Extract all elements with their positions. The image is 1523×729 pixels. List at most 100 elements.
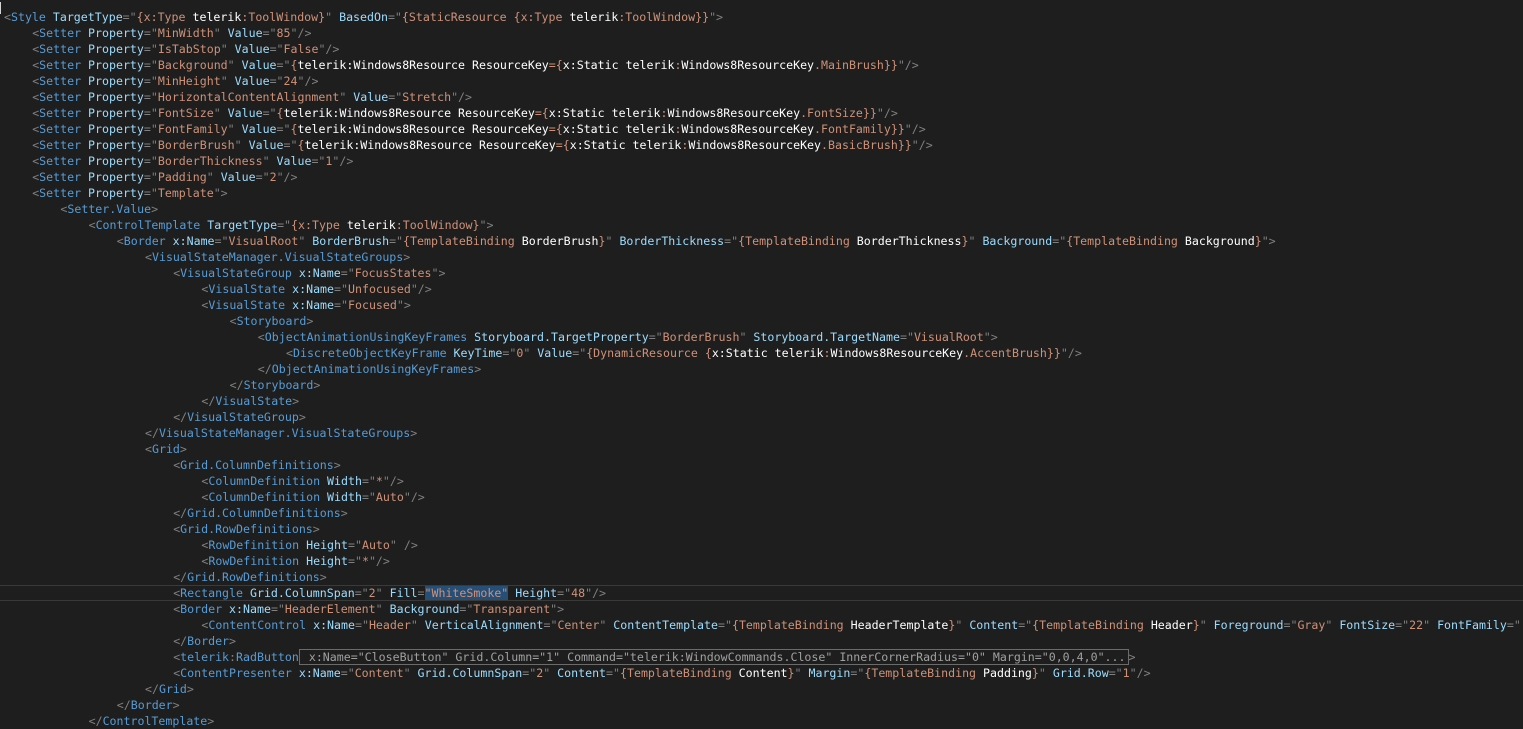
code-line[interactable]: </VisualStateGroup>	[0, 409, 306, 425]
punctuation: ">	[431, 266, 446, 280]
code-line[interactable]: <Setter Property="Padding" Value="2"/>	[0, 169, 297, 185]
tag-name: Border	[123, 234, 166, 248]
code-line[interactable]: <DiscreteObjectKeyFrame KeyTime="0" Valu…	[0, 345, 1082, 361]
attribute-name: Value	[530, 346, 573, 360]
punctuation: "/>	[410, 282, 432, 296]
code-line[interactable]: <Setter Property="IsTabStop" Value="Fals…	[0, 41, 339, 57]
attribute-value: 1	[1122, 666, 1130, 680]
code-line[interactable]: <Style TargetType="{x:Type telerik:ToolW…	[0, 9, 723, 25]
attribute-value: }	[1031, 666, 1039, 680]
attribute-value: False	[283, 42, 319, 56]
punctuation: <	[4, 10, 11, 24]
code-line[interactable]: <VisualState x:Name="Unfocused"/>	[0, 281, 432, 297]
attribute-value: Header	[368, 618, 411, 632]
attribute-value: BorderBrush	[662, 330, 740, 344]
attribute-value: FocusStates	[354, 266, 432, 280]
code-line[interactable]: <VisualState x:Name="Focused">	[0, 297, 410, 313]
tag-name: ObjectAnimationUsingKeyFrames	[271, 362, 475, 376]
tag-name: Grid	[151, 442, 180, 456]
tag-name: Rectangle	[180, 586, 243, 600]
attribute-name: Property	[81, 170, 144, 184]
code-editor[interactable]: <Style TargetType="{x:Type telerik:ToolW…	[0, 0, 1523, 729]
code-line[interactable]: </Grid>	[0, 681, 194, 697]
code-line[interactable]: </ObjectAnimationUsingKeyFrames>	[0, 361, 481, 377]
attribute-value: .BasicBrush}}	[821, 138, 912, 152]
punctuation: >	[151, 202, 159, 216]
code-line[interactable]: <ContentControl x:Name="Header" Vertical…	[0, 617, 1521, 633]
collapsed-attributes[interactable]: x:Name="CloseButton" Grid.Column="1" Com…	[298, 649, 1129, 665]
code-line[interactable]: <VisualStateGroup x:Name="FocusStates">	[0, 265, 445, 281]
punctuation: >	[1128, 650, 1136, 664]
code-line[interactable]: </Grid.RowDefinitions>	[0, 569, 327, 585]
code-line[interactable]: </Border>	[0, 633, 236, 649]
code-line[interactable]: <RowDefinition Height="*"/>	[0, 553, 390, 569]
code-line[interactable]: <Grid.RowDefinitions>	[0, 521, 320, 537]
code-line[interactable]: </Storyboard>	[0, 377, 321, 393]
attribute-name: Value	[234, 122, 277, 136]
markup-extension: telerik	[569, 10, 619, 24]
attribute-name: Value	[346, 90, 389, 104]
code-line[interactable]: <Setter Property="FontFamily" Value="{te…	[0, 121, 926, 137]
punctuation: >	[319, 570, 327, 584]
punctuation: ="	[718, 618, 732, 632]
code-line[interactable]: <Grid.ColumnDefinitions>	[0, 457, 341, 473]
attribute-name: Value	[220, 106, 263, 120]
punctuation: "	[375, 586, 383, 600]
code-line[interactable]: <Setter Property="MinHeight" Value="24"/…	[0, 73, 318, 89]
punctuation: "	[375, 602, 383, 616]
code-line[interactable]: <Border x:Name="VisualRoot" BorderBrush=…	[0, 233, 1276, 249]
code-line[interactable]: <ColumnDefinition Width="*"/>	[0, 473, 403, 489]
punctuation: "	[794, 666, 802, 680]
code-line[interactable]: <Setter Property="HorizontalContentAlign…	[0, 89, 472, 105]
code-line[interactable]: </VisualStateManager.VisualStateGroups>	[0, 425, 417, 441]
code-line[interactable]: <Setter Property="Template">	[0, 185, 228, 201]
attribute-value: :	[823, 346, 831, 360]
code-line[interactable]: <RowDefinition Height="Auto" />	[0, 537, 417, 553]
attribute-value: 22	[1409, 618, 1424, 632]
code-line[interactable]: <ContentPresenter x:Name="Content" Grid.…	[0, 665, 1150, 681]
punctuation: </	[173, 634, 188, 648]
attribute-value: {StaticResource {x:Type	[401, 10, 570, 24]
punctuation: ="	[850, 666, 865, 680]
punctuation: ="	[143, 122, 158, 136]
code-line[interactable]: </Grid.ColumnDefinitions>	[0, 505, 348, 521]
code-line[interactable]: <Setter Property="Background" Value="{te…	[0, 57, 919, 73]
code-line[interactable]: </ControlTemplate>	[0, 713, 215, 729]
tag-name: Setter	[39, 138, 82, 152]
attribute-value: Padding	[157, 170, 207, 184]
code-line[interactable]: <ControlTemplate TargetType="{x:Type tel…	[0, 217, 494, 233]
punctuation: ="	[522, 666, 537, 680]
code-line[interactable]: <Setter.Value>	[0, 201, 158, 217]
code-line[interactable]: <Setter Property="BorderBrush" Value="{t…	[0, 137, 933, 153]
code-line[interactable]: <ObjectAnimationUsingKeyFrames Storyboar…	[0, 329, 998, 345]
tag-name: VisualState	[208, 298, 286, 312]
punctuation: ="	[1283, 618, 1298, 632]
attribute-value: Stretch	[402, 90, 452, 104]
code-line[interactable]: <telerik:RadButton x:Name="CloseButton" …	[0, 649, 1136, 665]
code-line[interactable]: <Border x:Name="HeaderElement" Backgroun…	[0, 601, 564, 617]
code-line[interactable]: </VisualState>	[0, 393, 299, 409]
punctuation: "/>	[876, 106, 898, 120]
code-line[interactable]: <Setter Property="FontSize" Value="{tele…	[0, 105, 898, 121]
code-line[interactable]: <Grid>	[0, 441, 187, 457]
punctuation: >	[410, 426, 418, 440]
punctuation: ">	[213, 186, 228, 200]
tag-name: ControlTemplate	[95, 218, 201, 232]
code-line[interactable]: <VisualStateManager.VisualStateGroups>	[0, 249, 410, 265]
punctuation: ="	[143, 186, 158, 200]
punctuation: </	[173, 506, 188, 520]
code-line[interactable]: <Setter Property="BorderThickness" Value…	[0, 153, 353, 169]
punctuation: ">	[709, 10, 724, 24]
code-line[interactable]: <Setter Property="MinWidth" Value="85"/>	[0, 25, 311, 41]
code-line[interactable]: <ColumnDefinition Width="Auto"/>	[0, 489, 424, 505]
code-line[interactable]: </Border>	[0, 697, 180, 713]
tag-name: ColumnDefinition	[208, 474, 321, 488]
attribute-name: Property	[81, 42, 144, 56]
attribute-name: VerticalAlignment	[417, 618, 544, 632]
tag-name: Setter	[39, 106, 82, 120]
punctuation: ="	[1506, 618, 1521, 632]
punctuation: "	[262, 154, 270, 168]
attribute-value: VisualRoot	[228, 234, 299, 248]
code-line[interactable]: <Storyboard>	[0, 313, 314, 329]
code-line-current[interactable]: <Rectangle Grid.ColumnSpan="2" Fill="Whi…	[0, 585, 1523, 601]
